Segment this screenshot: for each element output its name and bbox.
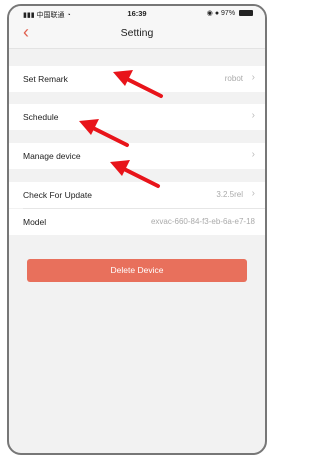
- row-model: Model exvac-660-84-f3-eb-6a-e7-18: [9, 209, 265, 235]
- chevron-right-icon: ›: [251, 188, 255, 199]
- battery-icon: [239, 10, 253, 17]
- delete-device-button[interactable]: Delete Device: [27, 259, 247, 282]
- row-label: Check For Update: [23, 190, 92, 200]
- annotation-arrow-icon: [113, 70, 163, 98]
- nav-bar: ‹ Setting: [9, 20, 265, 49]
- battery-percent: 97%: [221, 10, 236, 17]
- row-label: Set Remark: [23, 74, 68, 84]
- row-label: Manage device: [23, 151, 81, 161]
- status-bar: ▮▮▮ 中国联通 ◔ 16:39 ◉ ● 97%: [9, 6, 265, 20]
- row-value: robot: [224, 74, 243, 83]
- annotation-arrow-icon: [110, 160, 160, 188]
- chevron-right-icon: ›: [251, 149, 255, 160]
- row-label: Schedule: [23, 112, 59, 122]
- status-right: ◉ ● 97%: [207, 9, 253, 17]
- row-label: Model: [23, 217, 47, 227]
- row-schedule[interactable]: Schedule ›: [9, 104, 265, 130]
- phone-frame: ▮▮▮ 中国联通 ◔ 16:39 ◉ ● 97% ‹ Setting Set R…: [7, 4, 267, 455]
- row-value: 3.2.5rel: [216, 190, 243, 199]
- annotation-arrow-icon: [79, 119, 129, 147]
- chevron-right-icon: ›: [251, 72, 255, 83]
- alarm-icon: ●: [214, 10, 220, 17]
- page-title: Setting: [120, 27, 154, 39]
- row-value: exvac-660-84-f3-eb-6a-e7-18: [150, 217, 255, 226]
- lock-icon: ◉: [206, 10, 213, 17]
- chevron-right-icon: ›: [251, 110, 255, 121]
